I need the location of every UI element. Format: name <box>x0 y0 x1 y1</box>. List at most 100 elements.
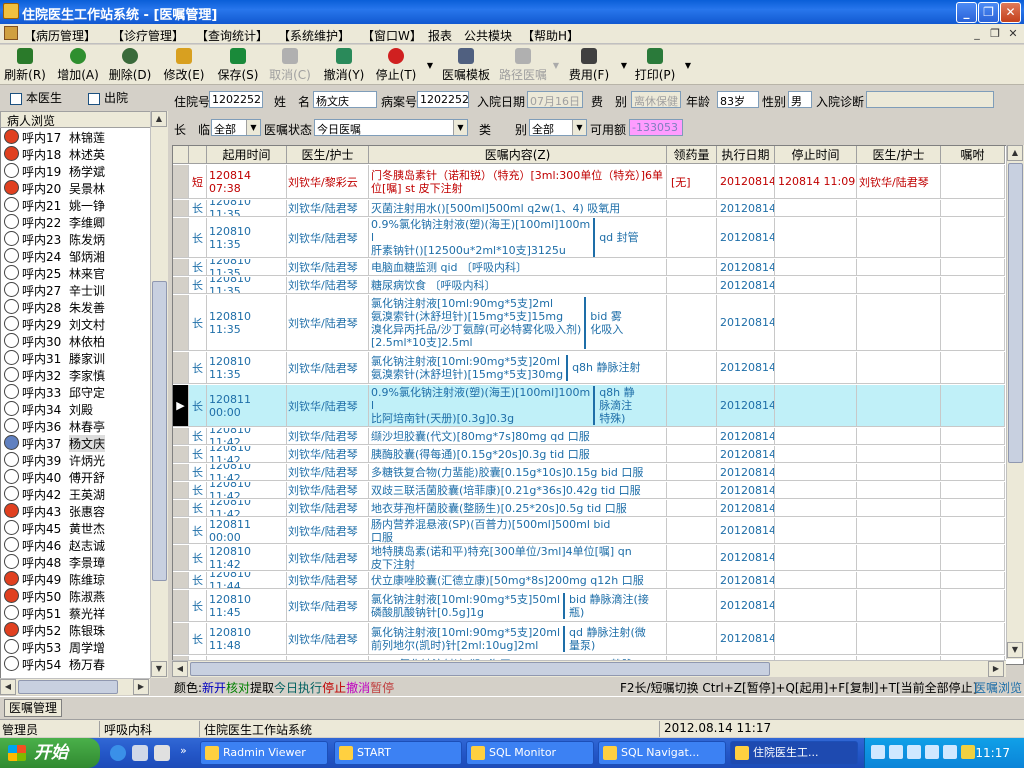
order-row[interactable]: ▶ 长 120811 00:00 刘钦华/陆君琴 0.9%氯化钠注射液(塑)(海王)[1… <box>173 385 1005 427</box>
tray-icon-3[interactable] <box>907 745 921 759</box>
order-content[interactable]: 地衣芽孢杆菌胶囊(整肠生)[0.25*20s]0.5g tid 口服 <box>369 500 667 516</box>
menu-report[interactable]: 报表 <box>428 27 452 44</box>
patient-list-hscrollbar[interactable]: ◀ ▶ <box>0 678 150 695</box>
scroll-thumb[interactable] <box>152 281 167 581</box>
patient-list-item[interactable]: 呼内31 滕家训 <box>1 349 150 366</box>
order-row[interactable]: 长 120810 11:44 刘钦华/陆君琴 伏立康唑胶囊(汇德立康)[50mg*8s… <box>173 572 1005 589</box>
patient-list-item[interactable]: 呼内45 黄世杰 <box>1 519 150 536</box>
order-content[interactable]: 伏立康唑胶囊(汇德立康)[50mg*8s]200mg q12h 口服 <box>369 572 667 588</box>
task-sql-navigator[interactable]: SQL Navigat... <box>598 741 726 765</box>
row-indicator[interactable] <box>173 623 189 654</box>
order-content[interactable]: 门冬胰岛素针（诺和锐）（特充）[3ml:300单位（特充）]6单位[嘱] st … <box>369 165 667 198</box>
order-content[interactable]: 多糖铁复合物(力蜚能)胶囊[0.15g*10s]0.15g bid 口服 <box>369 464 667 480</box>
patient-list-item[interactable]: 呼内53 周学增 <box>1 638 150 655</box>
scroll-up-icon[interactable]: ▲ <box>151 111 167 127</box>
patient-list-item[interactable]: 呼内34 刘殿 <box>1 400 150 417</box>
patient-list-item[interactable]: 呼内28 朱发善 <box>1 298 150 315</box>
order-row[interactable]: 长 120810 11:35 刘钦华/陆君琴 氯化钠注射液[10ml:90mg*5支]… <box>173 295 1005 351</box>
print-dropdown-icon[interactable]: ▼ <box>684 61 692 97</box>
task-start-folder[interactable]: START <box>334 741 462 765</box>
balance-field[interactable]: -133053 <box>629 119 683 136</box>
row-indicator[interactable] <box>173 165 189 198</box>
order-row[interactable]: 长 120810 11:42 刘钦华/陆君琴 地衣芽孢杆菌胶囊(整肠生)[0.25*2… <box>173 500 1005 517</box>
order-row[interactable]: 长 120810 11:42 刘钦华/陆君琴 胰酶胶囊(得每通)[0.15g*20s]… <box>173 446 1005 463</box>
quicklaunch-icon-2[interactable] <box>154 745 170 761</box>
grid-header-start[interactable]: 起用时间 <box>207 146 287 164</box>
age-field[interactable]: 83岁 <box>717 91 759 108</box>
row-indicator[interactable] <box>173 500 189 516</box>
patient-list-item[interactable]: 呼内48 李景璋 <box>1 553 150 570</box>
discharged-checkbox[interactable]: 出院 <box>88 89 128 106</box>
grid-header-nurse[interactable]: 医生/护士 <box>857 146 941 164</box>
order-row[interactable]: 长 120810 11:48 刘钦华/陆君琴 氯化钠注射液[10ml:90mg*5支]… <box>173 623 1005 655</box>
order-row[interactable]: 长 120810 11:42 刘钦华/陆君琴 多糖铁复合物(力蜚能)胶囊[0.15g*… <box>173 464 1005 481</box>
order-row[interactable]: 长 120810 11:35 刘钦华/陆君琴 灭菌注射用水()[500ml]500ml… <box>173 200 1005 217</box>
order-content[interactable]: 胰酶胶囊(得每通)[0.15g*20s]0.3g tid 口服 <box>369 446 667 462</box>
mdi-restore-icon[interactable]: ❐ <box>988 27 1002 41</box>
order-row[interactable]: 长 120810 11:35 刘钦华/陆君琴 氯化钠注射液[10ml:90mg*5支]… <box>173 352 1005 384</box>
patient-list-item[interactable]: 呼内23 陈发炳 <box>1 230 150 247</box>
edit-button[interactable]: 修改(E) <box>161 47 207 83</box>
tray-icon-4[interactable] <box>925 745 939 759</box>
scroll-right-icon[interactable]: ▶ <box>988 661 1004 677</box>
cancel-button[interactable]: 取消(C) <box>267 47 313 83</box>
grid-vscrollbar[interactable]: ▲ ▼ <box>1006 145 1024 659</box>
quicklaunch-icon[interactable] <box>132 745 148 761</box>
order-row[interactable]: 长 120810 11:35 刘钦华/陆君琴 电脑血糖监测 qid 〔呼吸内科〕 201… <box>173 259 1005 276</box>
order-row[interactable]: 长 120811 00:00 刘钦华/陆君琴 肠内营养混悬液(SP)(百普力)[500… <box>173 518 1005 544</box>
grid-header-content[interactable]: 医嘱内容(Z) <box>369 146 667 164</box>
start-button[interactable]: 开始 <box>0 738 100 768</box>
patient-list-item[interactable]: 呼内18 林述英 <box>1 145 150 162</box>
patient-list-item[interactable]: 呼内24 邹炳湘 <box>1 247 150 264</box>
row-indicator[interactable] <box>173 464 189 480</box>
chevron-down-icon[interactable]: ▼ <box>572 120 586 135</box>
minimize-button[interactable]: _ <box>956 2 977 23</box>
grid-header-doctor[interactable]: 医生/护士 <box>287 146 369 164</box>
scroll-right-icon[interactable]: ▶ <box>133 679 149 695</box>
task-doctor-station[interactable]: 住院医生工... <box>730 741 858 765</box>
order-row[interactable]: 短 120814 07:38 刘钦华/黎彩云 门冬胰岛素针（诺和锐）（特充）[3ml:… <box>173 165 1005 199</box>
order-row[interactable]: 长 120810 11:42 刘钦华/陆君琴 双歧三联活菌胶囊(培菲康)[0.21g*… <box>173 482 1005 499</box>
patient-list-item[interactable]: 呼内30 林依柏 <box>1 332 150 349</box>
row-indicator[interactable] <box>173 218 189 257</box>
patient-list-item[interactable]: 呼内52 陈银珠 <box>1 621 150 638</box>
patient-list-item[interactable]: 呼内40 傅开舒 <box>1 468 150 485</box>
chevron-down-icon[interactable]: ▼ <box>246 120 260 135</box>
add-button[interactable]: 增加(A) <box>55 47 101 83</box>
admission-no-field[interactable]: 1202252 <box>209 91 263 108</box>
task-sql-monitor[interactable]: SQL Monitor <box>466 741 594 765</box>
patient-list-item[interactable]: 呼内36 林春亭 <box>1 417 150 434</box>
menu-record[interactable]: 【病历管理】 <box>24 27 96 44</box>
menu-system[interactable]: 【系统维护】 <box>278 27 350 44</box>
order-content[interactable]: 氯化钠注射液[10ml:90mg*5支]50ml 磷酸肌酸钠针[0.5g]1g b… <box>369 590 667 621</box>
scroll-left-icon[interactable]: ◀ <box>0 679 16 695</box>
order-row[interactable]: 长 120810 11:35 刘钦华/陆君琴 糖尿病饮食 〔呼吸内科〕 20120814 <box>173 277 1005 294</box>
save-button[interactable]: 保存(S) <box>215 47 261 83</box>
menu-help[interactable]: 【帮助H】 <box>522 27 579 44</box>
menu-public[interactable]: 公共模块 <box>464 27 512 44</box>
order-status-select[interactable]: 今日医嘱 ▼ <box>314 119 468 136</box>
row-indicator[interactable] <box>173 518 189 543</box>
row-indicator[interactable] <box>173 277 189 293</box>
row-indicator[interactable] <box>173 545 189 570</box>
scroll-thumb[interactable] <box>1008 163 1023 463</box>
row-indicator[interactable]: ▶ <box>173 385 189 426</box>
row-indicator[interactable] <box>173 482 189 498</box>
order-content[interactable]: 氯化钠注射液[10ml:90mg*5支]20ml 前列地尔(凯时)针[2ml:1… <box>369 623 667 654</box>
menu-window[interactable]: 【窗口W】 <box>362 27 422 44</box>
patient-list-item[interactable]: 呼内25 林来官 <box>1 264 150 281</box>
patient-list-item[interactable]: 呼内27 辛士训 <box>1 281 150 298</box>
order-content[interactable]: 0.9%氯化钠注射液(塑)(海王)[100ml]100m l 肝素钠针()[12… <box>369 218 667 257</box>
patient-list-item[interactable]: 呼内54 杨万春 <box>1 655 150 672</box>
mdi-close-icon[interactable]: ✕ <box>1006 27 1020 41</box>
undo-button[interactable]: 撤消(Y) <box>321 47 367 83</box>
fee-dropdown-icon[interactable]: ▼ <box>620 61 628 97</box>
sex-field[interactable]: 男 <box>788 91 812 108</box>
grid-header-exec[interactable]: 执行日期 <box>717 146 775 164</box>
admit-date-field[interactable]: 07月16日 <box>527 91 583 108</box>
fee-button[interactable]: 费用(F) <box>566 47 612 83</box>
mdi-minimize-icon[interactable]: _ <box>970 27 984 41</box>
order-content[interactable]: 双歧三联活菌胶囊(培菲康)[0.21g*36s]0.42g tid 口服 <box>369 482 667 498</box>
patient-list-item[interactable]: 呼内29 刘文村 <box>1 315 150 332</box>
patient-list-item[interactable]: 呼内21 姚一铮 <box>1 196 150 213</box>
